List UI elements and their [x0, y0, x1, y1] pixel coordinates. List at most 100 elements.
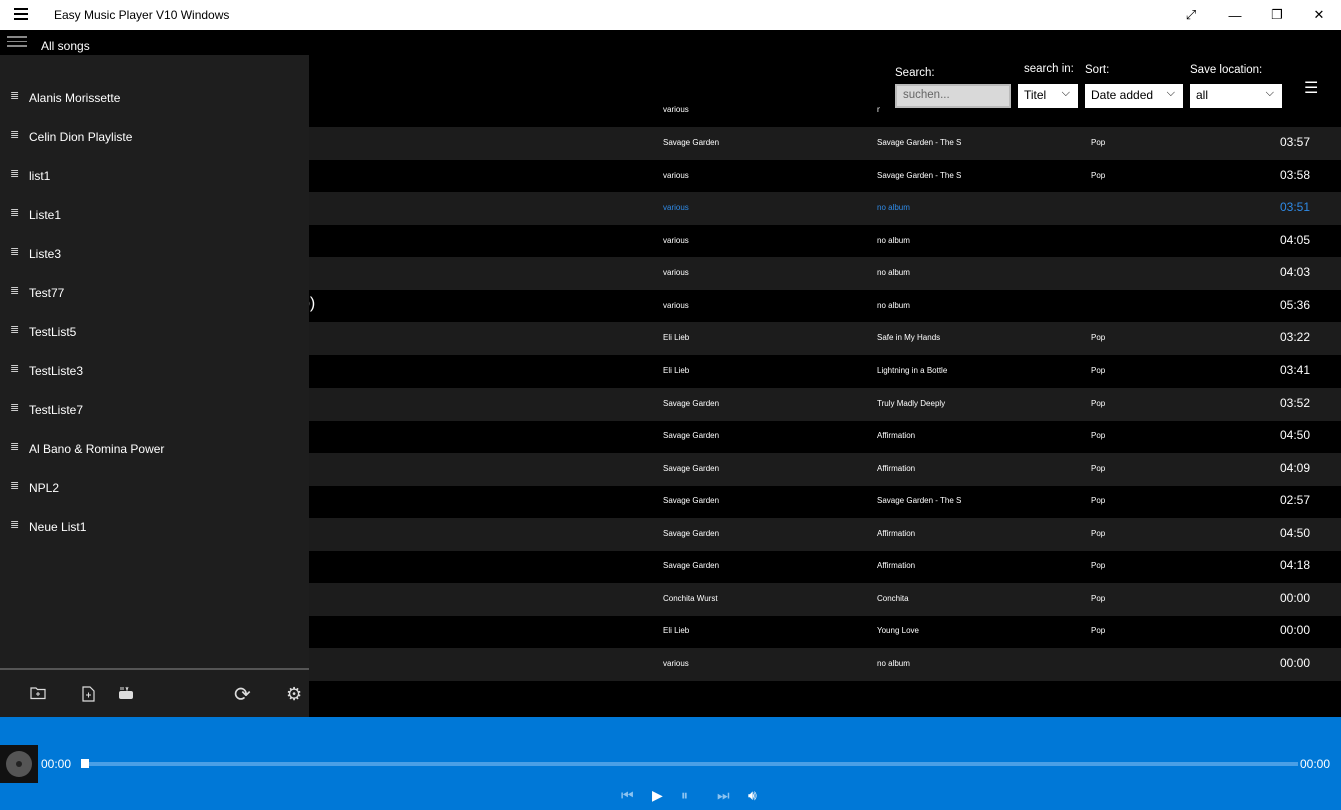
close-button[interactable]: ✕ [1297, 0, 1341, 30]
song-artist: Eli Lieb [663, 626, 690, 635]
playlist-item[interactable]: ≣ Al Bano & Romina Power [0, 440, 309, 470]
playlist-label: TestListe3 [29, 364, 84, 378]
song-album: Affirmation [877, 464, 916, 473]
refresh-icon[interactable]: ⟳ [234, 682, 251, 707]
playlist-icon: ≣ [10, 129, 20, 141]
playlist-label: Neue List1 [29, 520, 87, 534]
song-artist: Eli Lieb [663, 333, 690, 342]
song-artist: Conchita Wurst [663, 594, 718, 603]
song-duration: 04:03 [1279, 265, 1310, 279]
playlist-icon: ≣ [10, 441, 20, 453]
song-genre: Pop [1091, 464, 1106, 473]
playlist-icon: ≣ [10, 363, 20, 375]
song-duration: 04:50 [1279, 526, 1310, 540]
playlist-label: Al Bano & Romina Power [29, 442, 165, 456]
checklist-icon[interactable]: ☰ [1304, 78, 1318, 98]
song-duration: 04:50 [1279, 428, 1310, 442]
playlist-item[interactable]: ≣ list1 [0, 167, 309, 197]
search-in-select[interactable]: Titel ⌵ [1018, 84, 1078, 108]
song-album: Conchita [877, 594, 909, 603]
player-bar: 00:00 00:00 ⏮ ▶ ⏸ ⏭ 🔊︎ [0, 717, 1341, 810]
playlist-item[interactable]: ≣ Neue List1 [0, 518, 309, 548]
search-label: Search: [895, 67, 935, 79]
save-location-select[interactable]: all ⌵ [1190, 84, 1282, 108]
playlist-icon: ≣ [10, 168, 20, 180]
volume-icon[interactable]: 🔊︎ [748, 787, 757, 804]
playlist-item[interactable]: ≣ Alanis Morissette [0, 89, 309, 119]
search-in-value: Titel [1024, 88, 1047, 102]
elapsed-time: 00:00 [41, 757, 72, 771]
song-duration: 00:00 [1279, 656, 1310, 670]
song-artist: Savage Garden [663, 431, 720, 440]
song-artist: Savage Garden [663, 464, 720, 473]
playlist-item[interactable]: ≣ TestListe3 [0, 362, 309, 392]
search-in-label: search in: [1024, 63, 1074, 75]
sort-value: Date added [1091, 88, 1154, 102]
song-duration: 04:05 [1279, 233, 1310, 247]
song-album: Affirmation [877, 561, 916, 570]
fullscreen-icon[interactable]: ⤢ [1169, 0, 1213, 30]
song-artist: Eli Lieb [663, 366, 690, 375]
save-location-label: Save location: [1190, 64, 1263, 76]
song-artist: various [663, 236, 689, 245]
song-duration: 03:57 [1279, 135, 1310, 149]
save-location-value: all [1196, 88, 1209, 102]
playlist-item[interactable]: ≣ TestListe7 [0, 401, 309, 431]
title-bar: Easy Music Player V10 Windows ⤢ — ❐ ✕ [0, 0, 1341, 30]
settings-gear-icon[interactable]: ⚙ [286, 684, 302, 705]
song-artist: various [663, 105, 689, 114]
sidebar-hamburger-icon[interactable] [7, 36, 27, 50]
previous-icon[interactable]: ⏮ [621, 787, 634, 804]
song-artist: various [663, 203, 689, 212]
search-input[interactable]: suchen... [895, 84, 1011, 108]
playlist-label: Alanis Morissette [29, 91, 121, 105]
song-album: Affirmation [877, 529, 916, 538]
playlist-item[interactable]: ≣ TestList5 [0, 323, 309, 353]
all-songs-item[interactable]: All songs [41, 39, 90, 53]
pause-icon[interactable]: ⏸ [681, 787, 688, 804]
sort-select[interactable]: Date added ⌵ [1085, 84, 1183, 108]
playlist-icon: ≣ [10, 285, 20, 297]
song-genre: Pop [1091, 594, 1106, 603]
song-duration: 03:41 [1279, 363, 1310, 377]
song-album: Savage Garden - The S [877, 171, 962, 180]
playlist-icon: ≣ [10, 519, 20, 531]
song-genre: Pop [1091, 431, 1106, 440]
song-artist: various [663, 659, 689, 668]
song-artist: Savage Garden [663, 399, 720, 408]
playlist-item[interactable]: ≣ Test77 [0, 284, 309, 314]
song-album: Savage Garden - The S [877, 496, 962, 505]
song-genre: Pop [1091, 529, 1106, 538]
maximize-button[interactable]: ❐ [1255, 0, 1299, 30]
song-duration: 05:36 [1279, 298, 1310, 312]
playlist-item[interactable]: ≣ Liste1 [0, 206, 309, 236]
song-album: no album [877, 236, 910, 245]
song-duration: 02:57 [1279, 493, 1310, 507]
playlist-item[interactable]: ≣ NPL2 [0, 479, 309, 509]
filter-controls: Search: suchen... search in: Titel ⌵ Sor… [880, 30, 1341, 120]
add-file-icon[interactable] [82, 686, 95, 706]
minimize-button[interactable]: — [1213, 0, 1257, 30]
album-art [0, 745, 38, 783]
song-genre: Pop [1091, 626, 1106, 635]
playlist-item[interactable]: ≣ Liste3 [0, 245, 309, 275]
open-folder-icon[interactable] [30, 686, 46, 704]
song-album: no album [877, 659, 910, 668]
playlist-label: Liste1 [29, 208, 62, 222]
playlist-icon: ≣ [10, 480, 20, 492]
chevron-down-icon: ⌵ [1061, 87, 1070, 99]
song-duration: 03:52 [1279, 396, 1310, 410]
hamburger-menu-icon[interactable] [14, 8, 28, 20]
playlist-label: list1 [29, 169, 51, 183]
seek-bar[interactable] [84, 762, 1298, 766]
song-duration: 03:22 [1279, 330, 1310, 344]
song-duration: 03:51 [1279, 200, 1310, 214]
song-album: no album [877, 301, 910, 310]
playlist-icon: ≣ [10, 207, 20, 219]
next-icon[interactable]: ⏭ [717, 787, 730, 804]
song-duration: 00:00 [1279, 591, 1310, 605]
youtube-icon[interactable] [118, 686, 134, 704]
play-icon[interactable]: ▶ [652, 787, 663, 804]
playlist-item[interactable]: ≣ Celin Dion Playliste [0, 128, 309, 158]
seek-thumb[interactable] [81, 759, 89, 768]
